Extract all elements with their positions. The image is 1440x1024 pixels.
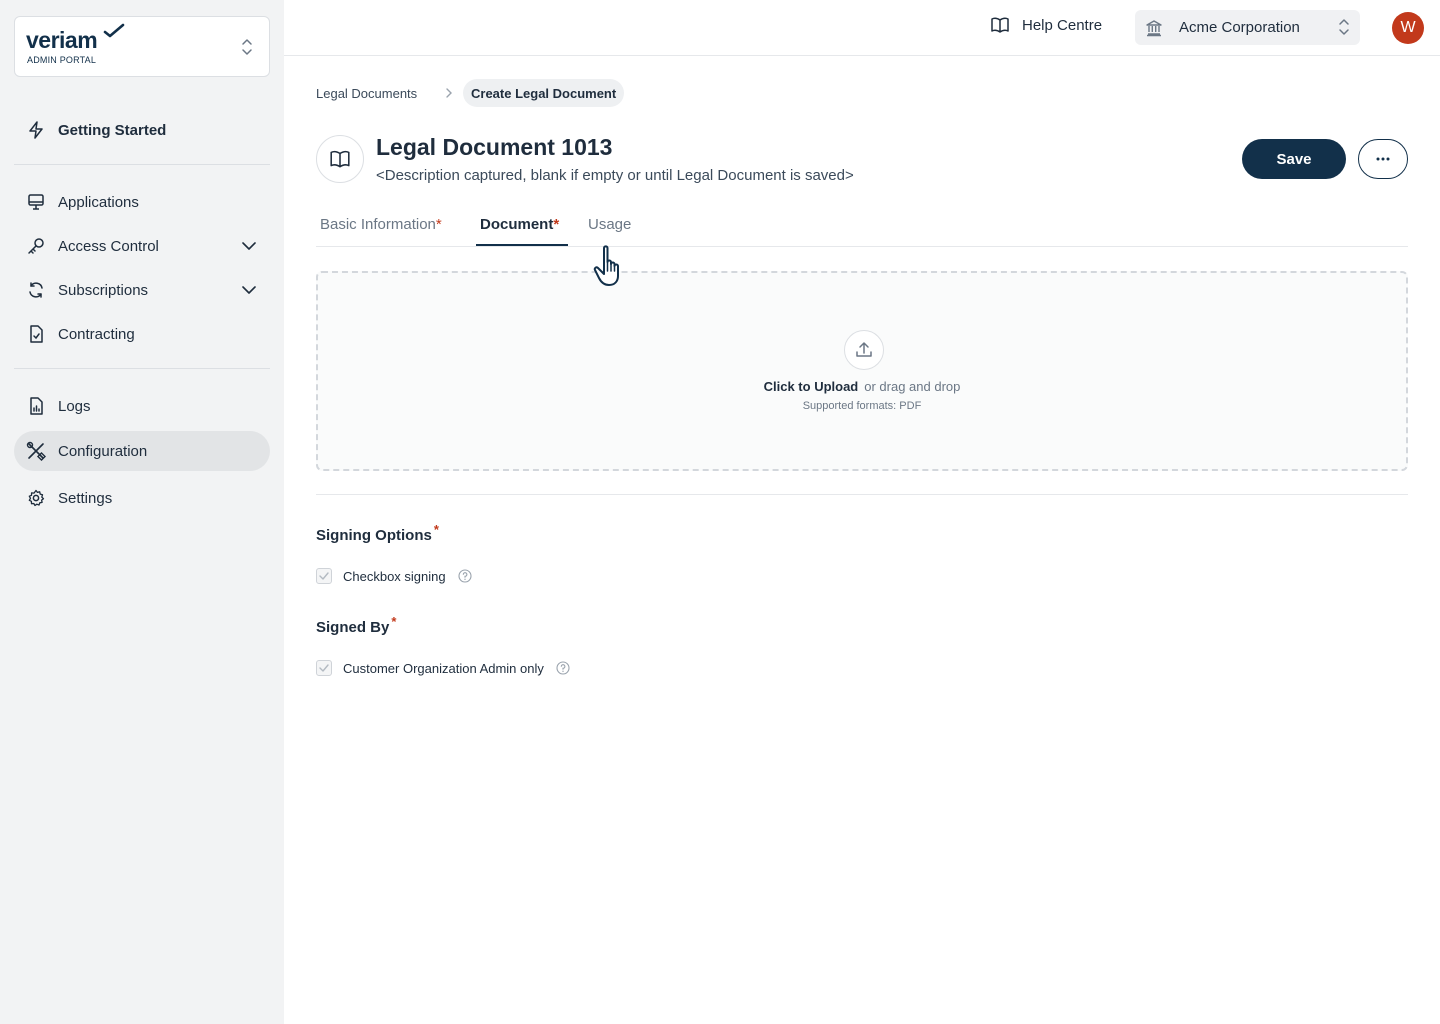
monitor-icon [26, 192, 46, 212]
sidebar-item-applications[interactable]: Applications [14, 182, 270, 222]
sidebar-item-contracting[interactable]: Contracting [14, 314, 270, 354]
tab-label: Usage [588, 216, 632, 233]
sidebar-item-label: Applications [58, 193, 139, 211]
checkbox-label: Customer Organization Admin only [343, 660, 544, 676]
sidebar: veriam ADMIN PORTAL Getting Started Appl… [0, 0, 284, 1024]
tab-label: Basic Information [320, 216, 436, 233]
drag-drop-text: or drag and drop [864, 379, 961, 394]
signing-options-heading: Signing Options * [316, 522, 439, 544]
top-bar: Help Centre Acme Corporation W [284, 0, 1440, 56]
book-icon [330, 150, 350, 168]
required-marker: * [391, 614, 397, 629]
key-icon [26, 236, 46, 256]
chevron-up-down-icon [242, 39, 252, 55]
required-marker: * [435, 216, 442, 233]
sidebar-item-label: Access Control [58, 237, 159, 255]
bank-icon [1146, 19, 1162, 36]
sidebar-item-subscriptions[interactable]: Subscriptions [14, 270, 270, 310]
save-button[interactable]: Save [1242, 139, 1346, 179]
help-circle-icon[interactable] [556, 661, 570, 675]
avatar[interactable]: W [1392, 12, 1424, 44]
sidebar-item-label: Settings [58, 489, 113, 507]
tab-document[interactable]: Document* [480, 216, 559, 233]
sidebar-item-getting-started[interactable]: Getting Started [14, 110, 270, 150]
required-marker: * [553, 216, 560, 233]
customer-admin-checkbox[interactable] [316, 660, 332, 676]
tools-icon [26, 441, 46, 461]
file-chart-icon [26, 396, 46, 416]
help-centre-link[interactable]: Help Centre [990, 16, 1102, 34]
signed-by-heading: Signed By * [316, 614, 396, 636]
help-centre-label: Help Centre [1022, 16, 1103, 34]
section-title-text: Signing Options [316, 527, 432, 544]
chevron-right-icon [446, 88, 452, 98]
help-circle-icon[interactable] [458, 569, 472, 583]
check-icon [319, 664, 329, 672]
brand-logo: veriam [26, 27, 98, 53]
sidebar-divider [14, 164, 270, 165]
gear-icon [26, 488, 46, 508]
document-book-icon [316, 135, 364, 183]
checkbox-signing-option: Checkbox signing [316, 568, 472, 584]
section-divider [316, 494, 1408, 495]
brand-subtitle: ADMIN PORTAL [27, 55, 97, 65]
checkbox-signing-checkbox[interactable] [316, 568, 332, 584]
sidebar-item-logs[interactable]: Logs [14, 386, 270, 426]
sidebar-item-label: Subscriptions [58, 281, 149, 299]
upload-icon-wrapper [844, 330, 884, 370]
tab-label: Document [480, 216, 554, 233]
checkbox-label: Checkbox signing [343, 568, 446, 584]
logo-check-icon [103, 23, 125, 38]
sidebar-item-label: Configuration [58, 442, 148, 460]
tab-usage[interactable]: Usage [588, 216, 631, 233]
breadcrumb-legal-documents[interactable]: Legal Documents [316, 86, 417, 101]
click-to-upload-link[interactable]: Click to Upload [764, 379, 859, 394]
chevron-down-icon[interactable] [240, 281, 258, 299]
file-dropzone[interactable]: Click to Upload or drag and drop Supporte… [316, 271, 1408, 471]
breadcrumb-current: Create Legal Document [463, 79, 625, 107]
upload-icon [856, 342, 872, 357]
customer-admin-option: Customer Organization Admin only [316, 660, 570, 676]
sidebar-item-label: Logs [58, 397, 91, 415]
tab-basic-information[interactable]: Basic Information* [320, 216, 442, 233]
book-icon [991, 17, 1009, 33]
required-marker: * [433, 522, 439, 537]
organization-name: Acme Corporation [1179, 19, 1300, 36]
active-tab-indicator [476, 244, 568, 246]
check-icon [319, 572, 329, 580]
refresh-icon [26, 280, 46, 300]
sidebar-item-label: Getting Started [58, 121, 167, 139]
more-horizontal-icon [1376, 157, 1390, 161]
file-signature-icon [26, 324, 46, 344]
tabs-divider [316, 246, 1408, 247]
page-title: Legal Document 1013 [376, 134, 613, 160]
organization-switcher[interactable]: Acme Corporation [1135, 10, 1360, 45]
more-options-button[interactable] [1358, 139, 1408, 179]
sidebar-divider [14, 368, 270, 369]
sidebar-item-settings[interactable]: Settings [14, 478, 270, 518]
brand-switcher[interactable]: veriam ADMIN PORTAL [14, 16, 270, 77]
section-title-text: Signed By [316, 619, 390, 636]
chevron-up-down-icon [1339, 19, 1349, 35]
lightning-icon [26, 120, 46, 140]
sidebar-item-label: Contracting [58, 325, 135, 343]
sidebar-item-access-control[interactable]: Access Control [14, 226, 270, 266]
hand-pointer-cursor-icon [593, 245, 619, 286]
page-description: <Description captured, blank if empty or… [376, 167, 854, 184]
supported-formats: Supported formats: PDF [802, 400, 922, 412]
chevron-down-icon[interactable] [240, 237, 258, 255]
upload-instructions: Click to Upload or drag and drop [318, 379, 1406, 394]
sidebar-item-configuration[interactable]: Configuration [14, 431, 270, 471]
